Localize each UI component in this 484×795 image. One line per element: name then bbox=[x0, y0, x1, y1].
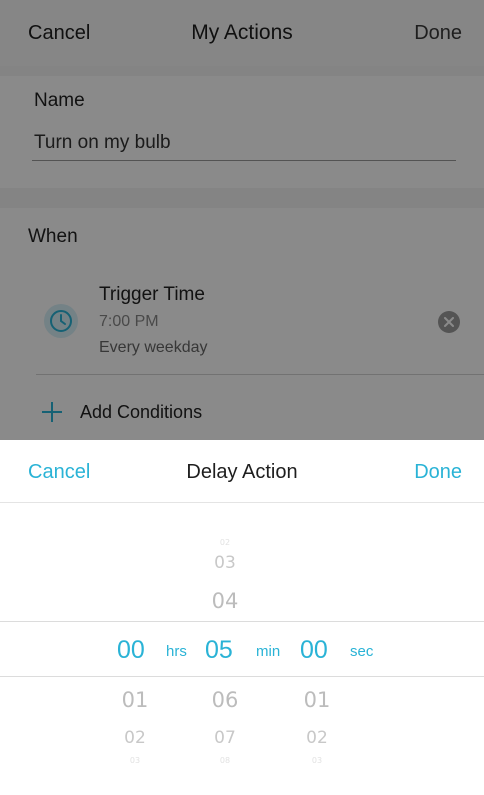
sheet-header: Cancel Delay Action Done bbox=[0, 440, 484, 503]
modal-overlay[interactable] bbox=[0, 0, 484, 440]
hours-wheel-item: 02 bbox=[124, 728, 146, 748]
hours-selected: 00 bbox=[117, 636, 145, 664]
minutes-wheel-item: 04 bbox=[211, 589, 239, 613]
minutes-wheel-item-edge: 02 bbox=[219, 538, 231, 547]
picker-selection-band bbox=[0, 621, 484, 677]
minutes-selected: 05 bbox=[205, 636, 233, 664]
minutes-unit: min bbox=[256, 643, 281, 660]
seconds-wheel-item: 01 bbox=[303, 688, 331, 712]
sheet-done-button[interactable]: Done bbox=[414, 461, 462, 484]
seconds-unit: sec bbox=[350, 643, 374, 660]
minutes-wheel-item-edge: 08 bbox=[219, 756, 231, 765]
seconds-selected: 00 bbox=[300, 636, 328, 664]
minutes-wheel-item: 07 bbox=[214, 728, 236, 748]
minutes-wheel-item: 03 bbox=[214, 553, 236, 573]
sheet-cancel-button[interactable]: Cancel bbox=[28, 461, 90, 484]
seconds-wheel-item-edge: 03 bbox=[311, 756, 323, 765]
hours-wheel-item: 01 bbox=[121, 688, 149, 712]
seconds-wheel-item: 02 bbox=[306, 728, 328, 748]
hours-wheel-item-edge: 03 bbox=[129, 756, 141, 765]
minutes-wheel-item: 06 bbox=[211, 688, 239, 712]
hours-unit: hrs bbox=[166, 643, 187, 660]
